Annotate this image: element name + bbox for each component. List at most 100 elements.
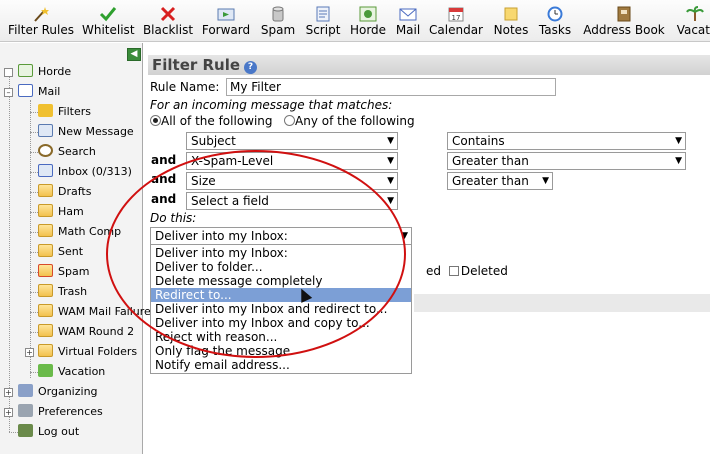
- mail-button[interactable]: Mail: [392, 0, 424, 41]
- sidebar-item-mail[interactable]: Mail: [18, 82, 60, 102]
- condition-field-value: X-Spam-Level: [191, 154, 274, 168]
- match-any-option[interactable]: Any of the following: [284, 114, 415, 128]
- tree-line: [30, 372, 38, 373]
- folder-icon: [38, 224, 53, 237]
- sidebar-item-inbox[interactable]: Inbox (0/313): [38, 162, 132, 182]
- filter-rules-button[interactable]: Filter Rules: [8, 0, 74, 41]
- chevron-down-icon: ▼: [542, 176, 549, 186]
- mail-icon: [399, 8, 417, 21]
- tree-line: [30, 112, 38, 113]
- action-select[interactable]: Deliver into my Inbox: ▼: [150, 227, 412, 245]
- sidebar-item-log-out[interactable]: Log out: [18, 422, 79, 442]
- calendar-button[interactable]: 17 Calendar: [428, 0, 484, 41]
- deleted-checkbox[interactable]: [448, 266, 459, 276]
- address-book-button[interactable]: Address Book: [582, 0, 666, 41]
- action-option[interactable]: Only flag the message: [151, 344, 411, 358]
- action-option[interactable]: Deliver into my Inbox and redirect to...: [151, 302, 411, 316]
- expand-toggle[interactable]: +: [4, 388, 13, 397]
- tree-line: [30, 212, 38, 213]
- condition-field-select[interactable]: Select a field ▼: [186, 192, 398, 210]
- deleted-label: Deleted: [460, 264, 508, 278]
- sidebar-item-wam-round-2[interactable]: WAM Round 2: [38, 322, 134, 342]
- help-icon[interactable]: ?: [244, 61, 258, 74]
- sidebar-item-virtual-folders[interactable]: Virtual Folders: [38, 342, 137, 362]
- action-option[interactable]: Reject with reason...: [151, 330, 411, 344]
- sidebar-item-label: New Message: [58, 125, 134, 138]
- chevron-down-icon: ▼: [387, 196, 394, 206]
- expand-toggle[interactable]: +: [25, 348, 34, 357]
- palm-tree-icon: [686, 6, 704, 21]
- action-option[interactable]: Notify email address...: [151, 358, 411, 372]
- clock-icon: [547, 6, 563, 22]
- logout-icon: [18, 424, 33, 437]
- tree-line: [9, 432, 18, 433]
- expand-toggle[interactable]: +: [4, 408, 13, 417]
- match-all-label: All of the following: [161, 114, 273, 128]
- match-prompt: For an incoming message that matches:: [150, 98, 393, 112]
- action-dropdown-list[interactable]: Deliver into my Inbox: Deliver to folder…: [150, 244, 412, 374]
- mail-icon: [18, 84, 33, 97]
- sidebar-item-wam-mail-failure[interactable]: WAM Mail Failure: [38, 302, 151, 322]
- tree-line: [30, 312, 38, 313]
- tasks-button[interactable]: Tasks: [536, 0, 574, 41]
- match-all-radio[interactable]: [150, 115, 161, 126]
- blacklist-button[interactable]: Blacklist: [142, 0, 194, 41]
- sidebar-item-label: WAM Round 2: [58, 325, 135, 338]
- condition-field-select[interactable]: X-Spam-Level ▼: [186, 152, 398, 170]
- whitelist-button[interactable]: Whitelist: [82, 0, 135, 41]
- match-all-option[interactable]: All of the following: [150, 114, 273, 128]
- sidebar-item-spam[interactable]: Spam: [38, 262, 89, 282]
- sidebar-item-trash[interactable]: Trash: [38, 282, 87, 302]
- whitelist-label: Whitelist: [82, 23, 135, 37]
- notes-button[interactable]: Notes: [492, 0, 530, 41]
- expand-toggle[interactable]: [4, 68, 13, 77]
- sidebar-item-label: Log out: [38, 425, 80, 438]
- sidebar-item-math-comp[interactable]: Math Comp: [38, 222, 121, 242]
- match-any-radio[interactable]: [284, 115, 295, 126]
- search-icon: [38, 144, 53, 157]
- script-button[interactable]: Script: [302, 0, 344, 41]
- sidebar-item-label: Drafts: [58, 185, 92, 198]
- spam-label: Spam: [260, 23, 296, 37]
- horde-icon: [18, 64, 33, 77]
- horde-button[interactable]: Horde: [348, 0, 388, 41]
- condition-operator-select[interactable]: Greater than ▼: [447, 152, 686, 170]
- sidebar: ◀ Horde – Mail Filters New Message Searc…: [0, 43, 151, 454]
- tree-line: [30, 232, 38, 233]
- sidebar-item-new-message[interactable]: New Message: [38, 122, 134, 142]
- condition-operator-select[interactable]: Contains ▼: [447, 132, 686, 150]
- page-title-text: Filter Rule: [152, 56, 241, 74]
- condition-field-select[interactable]: Subject ▼: [186, 132, 398, 150]
- chevron-down-icon: ▼: [401, 231, 408, 241]
- chevron-down-icon: ▼: [387, 156, 394, 166]
- sidebar-item-label: Preferences: [38, 405, 103, 418]
- sidebar-item-sent[interactable]: Sent: [38, 242, 83, 262]
- collapse-sidebar-button[interactable]: ◀: [127, 48, 141, 61]
- sidebar-item-ham[interactable]: Ham: [38, 202, 84, 222]
- sidebar-item-preferences[interactable]: Preferences: [18, 402, 103, 422]
- vacation-button[interactable]: Vacati: [672, 0, 710, 41]
- collapse-toggle[interactable]: –: [4, 88, 13, 97]
- spam-button[interactable]: Spam: [258, 0, 298, 41]
- condition-field-select[interactable]: Size ▼: [186, 172, 398, 190]
- sidebar-item-label: Filters: [58, 105, 91, 118]
- action-option-highlighted[interactable]: Redirect to...: [151, 288, 411, 302]
- forward-button[interactable]: Forward: [200, 0, 252, 41]
- tree-line: [30, 132, 38, 133]
- rule-name-input[interactable]: [226, 78, 556, 96]
- tree-line: [30, 100, 31, 378]
- flag-option-label: ed: [426, 264, 441, 278]
- sidebar-item-filters[interactable]: Filters: [38, 102, 91, 122]
- sidebar-item-horde[interactable]: Horde: [18, 62, 71, 82]
- action-option[interactable]: Deliver to folder...: [151, 260, 411, 274]
- sidebar-item-drafts[interactable]: Drafts: [38, 182, 91, 202]
- deleted-flag-option[interactable]: ed Deleted: [426, 264, 508, 278]
- action-option[interactable]: Delete message completely: [151, 274, 411, 288]
- condition-operator-select[interactable]: Greater than ▼: [447, 172, 553, 190]
- sidebar-item-organizing[interactable]: Organizing: [18, 382, 98, 402]
- sidebar-item-vacation[interactable]: Vacation: [38, 362, 105, 382]
- sidebar-item-search[interactable]: Search: [38, 142, 96, 162]
- action-option[interactable]: Deliver into my Inbox and copy to...: [151, 316, 411, 330]
- action-option[interactable]: Deliver into my Inbox:: [151, 246, 411, 260]
- vacation-label: Vacati: [676, 23, 710, 37]
